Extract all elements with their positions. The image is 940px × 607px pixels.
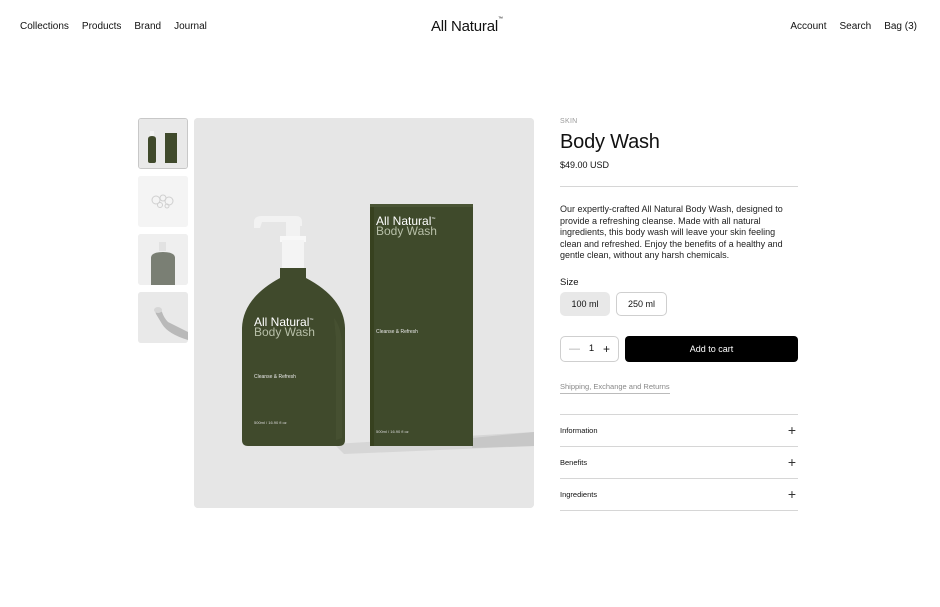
accordion-information[interactable]: Information + <box>560 415 798 447</box>
thumbnail-list <box>138 118 188 350</box>
box-label-product: Body Wash <box>376 224 437 238</box>
nav-search[interactable]: Search <box>840 21 872 32</box>
size-option-100ml[interactable]: 100 ml <box>560 291 610 316</box>
accordion-label: Information <box>560 425 598 435</box>
thumbnail-ingredients[interactable] <box>138 176 188 227</box>
nav-bag[interactable]: Bag (3) <box>884 21 917 32</box>
cart-controls: — 1 + Add to cart <box>560 335 798 362</box>
product-description: Our expertly-crafted All Natural Body Wa… <box>560 204 783 260</box>
size-option-250ml[interactable]: 250 ml <box>616 291 667 316</box>
accordion-label: Ingredients <box>560 489 598 499</box>
plus-icon: + <box>787 486 796 502</box>
quantity-value: 1 <box>588 343 595 354</box>
box-label-tag: Cleanse & Refresh <box>376 329 418 335</box>
accordion-label: Benefits <box>560 457 588 467</box>
nav-journal[interactable]: Journal <box>174 21 207 32</box>
logo-tm: ™ <box>498 16 503 22</box>
thumbnail-bottle-closeup[interactable] <box>138 234 188 285</box>
logo-text: All Natural <box>431 18 498 35</box>
nav-account[interactable]: Account <box>790 21 826 32</box>
site-logo[interactable]: All Natural™ <box>431 16 503 35</box>
divider <box>560 186 798 187</box>
nav-collections[interactable]: Collections <box>20 21 69 32</box>
plus-icon: + <box>787 454 796 470</box>
quantity-stepper: — 1 + <box>560 335 619 362</box>
decrease-quantity-button[interactable]: — <box>569 343 580 355</box>
nav-products[interactable]: Products <box>82 21 121 32</box>
utility-nav: Account Search Bag (3) <box>790 21 917 32</box>
product-title: Body Wash <box>560 131 660 153</box>
bottle-label-product: Body Wash <box>254 325 315 339</box>
bottle-label-tag: Cleanse & Refresh <box>254 374 296 380</box>
product-accordion: Information + Benefits + Ingredients + <box>560 413 798 511</box>
bottle-label-volume: 500ml / 16.90 fl oz <box>254 420 287 425</box>
shipping-returns-link[interactable]: Shipping, Exchange and Returns <box>560 382 670 394</box>
nav-brand[interactable]: Brand <box>134 21 161 32</box>
box-label-volume: 500ml / 16.90 fl oz <box>376 429 409 434</box>
accordion-ingredients[interactable]: Ingredients + <box>560 479 798 511</box>
size-options: 100 ml 250 ml <box>560 291 798 316</box>
main-product-image[interactable]: All Natural™ Body Wash Cleanse & Refresh… <box>194 118 534 508</box>
product-info: SKIN Body Wash $49.00 USD Our expertly-c… <box>560 118 798 511</box>
size-label: Size <box>560 276 579 288</box>
plus-icon: + <box>787 422 796 438</box>
product-photo <box>194 118 534 508</box>
accordion-benefits[interactable]: Benefits + <box>560 447 798 479</box>
site-header: Collections Products Brand Journal All N… <box>0 0 940 56</box>
product-price: $49.00 USD <box>560 160 610 170</box>
thumbnail-bottle-box[interactable] <box>138 118 188 169</box>
thumbnail-hand[interactable] <box>138 292 188 343</box>
add-to-cart-button[interactable]: Add to cart <box>625 335 798 362</box>
increase-quantity-button[interactable]: + <box>603 342 610 356</box>
product-category: SKIN <box>560 118 578 125</box>
primary-nav: Collections Products Brand Journal <box>20 21 207 32</box>
